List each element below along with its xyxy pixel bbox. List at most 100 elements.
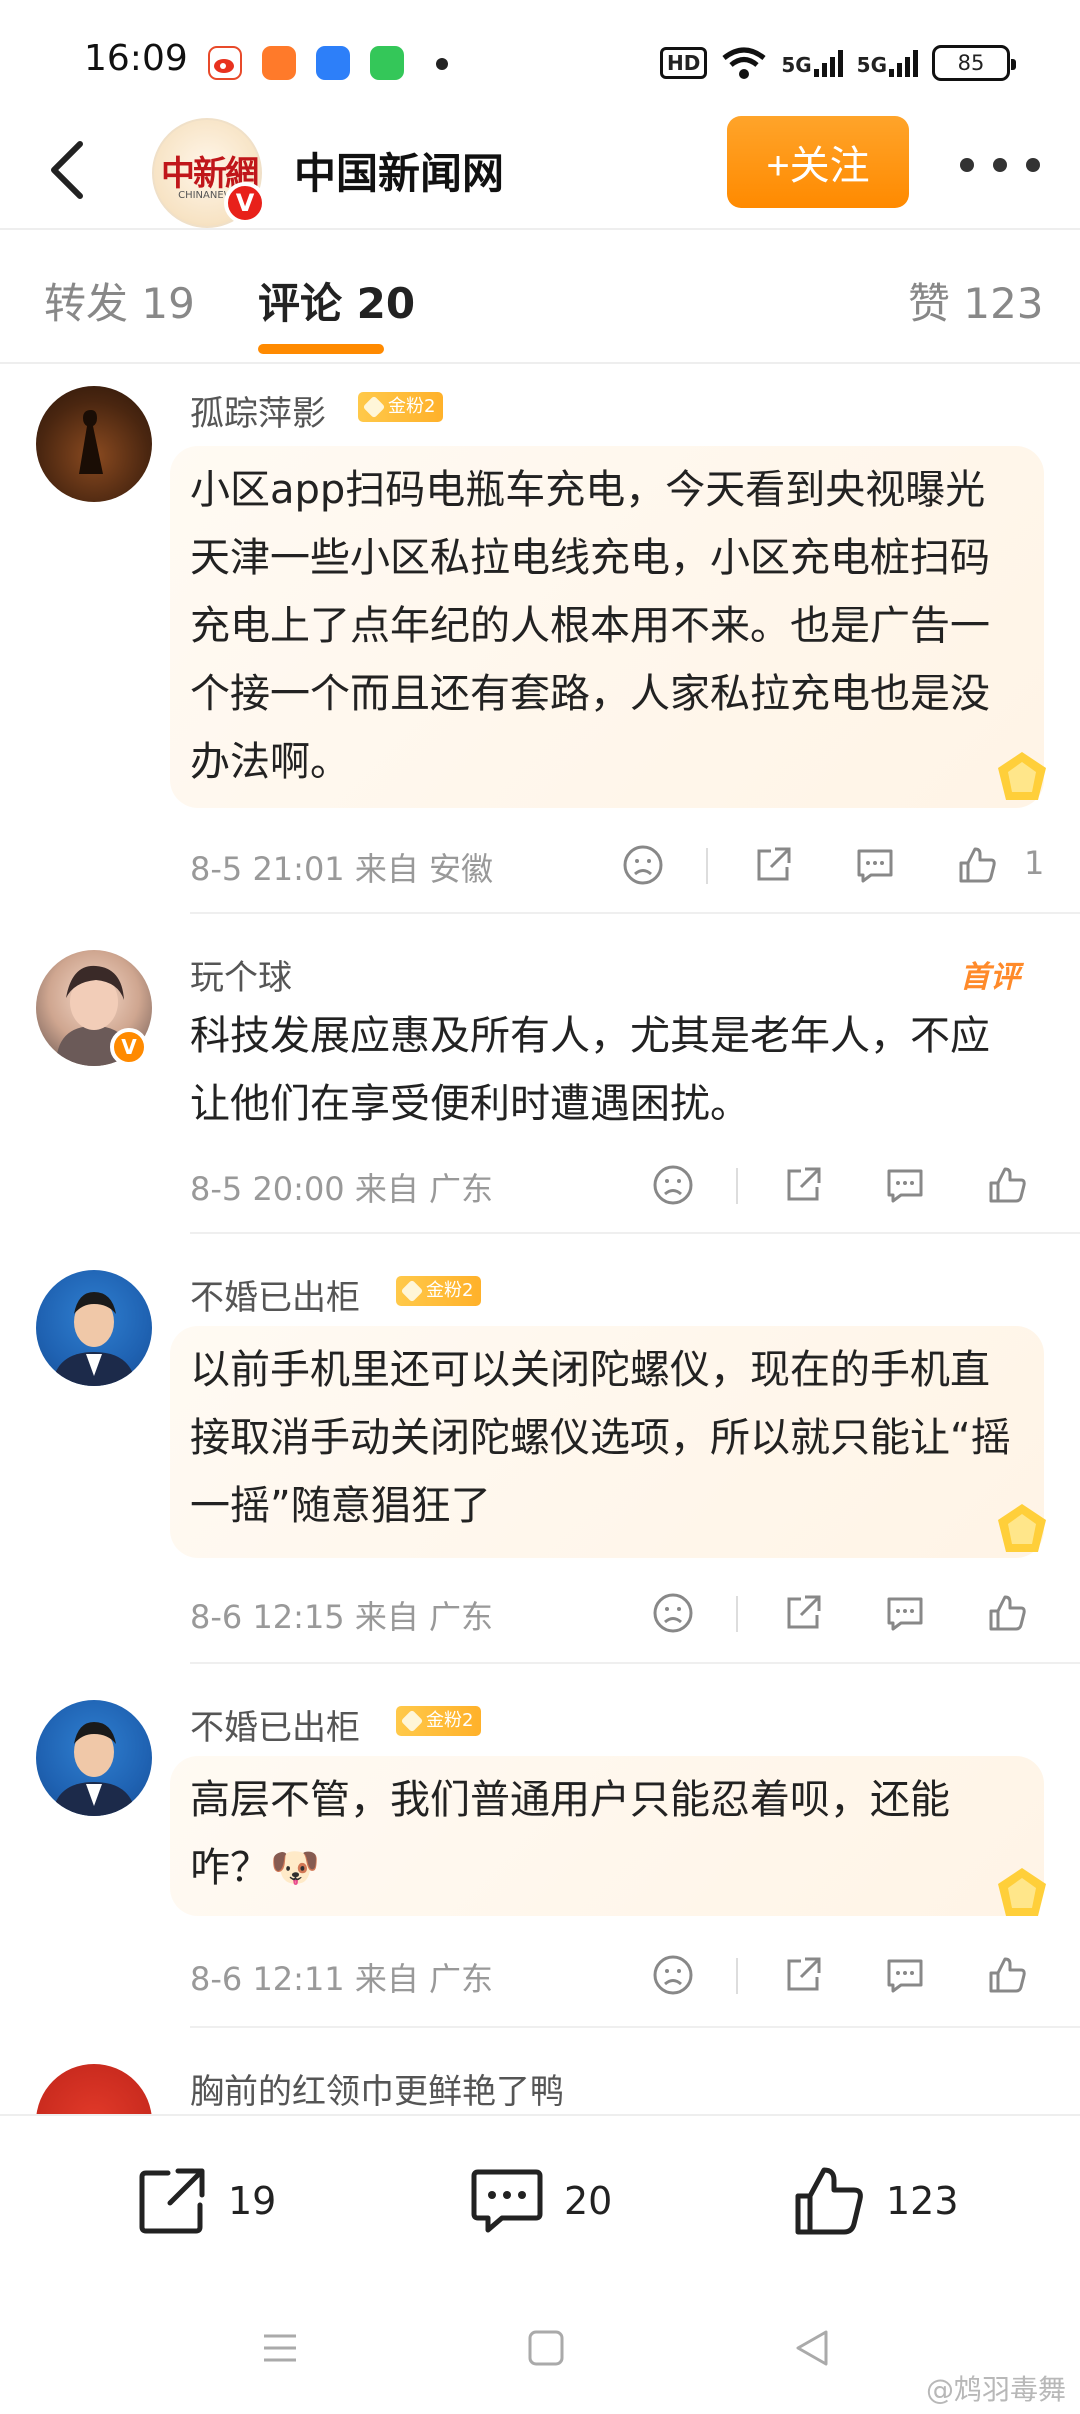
dot-icon [960,158,974,172]
row-divider [190,2026,1080,2028]
action-separator [736,1168,738,1204]
comment-text: 小区app扫码电瓶车充电，今天看到央视曝光天津一些小区私拉电线充电，小区充电桩扫… [190,467,990,785]
like-button[interactable] [982,1588,1032,1638]
like-count-total: 123 [886,2179,959,2223]
like-post-button[interactable]: 123 [790,2156,959,2246]
page-title[interactable]: 中国新闻网 [294,140,504,201]
reply-button[interactable] [880,1950,930,2000]
comment-meta: 8-6 12:11 来自 广东 [190,1960,494,1998]
like-button[interactable] [982,1950,1032,2000]
comment-item[interactable]: 胸前的红领巾更鲜艳了鸭 [0,2044,1080,2114]
share-button[interactable] [778,1588,828,1638]
header-divider [0,228,1080,230]
green-app-icon [370,46,404,80]
thumbs-up-icon [989,1167,1026,1203]
reply-button[interactable] [880,1588,930,1638]
comment-count: 20 [564,2179,613,2223]
status-bar: 16:09 HD 5G 5G 85 [0,0,1080,120]
tab-bar: 转发 19 评论 20 赞 123 [0,240,1080,354]
medal-icon [998,752,1046,800]
first-comment-badge: 首评 [960,960,1020,995]
status-time: 16:09 [84,38,188,79]
dislike-button[interactable] [618,840,668,890]
share-icon [757,847,791,881]
bottom-action-bar: 19 20 123 [0,2114,1080,2284]
tab-likes[interactable]: 赞 123 [908,270,1044,331]
comment-button[interactable]: 20 [468,2156,612,2246]
avatar[interactable] [36,386,152,502]
battery-icon: 85 [932,45,1016,81]
tab-comments[interactable]: 评论 20 [258,270,415,331]
watermark: @鸩羽毒舞 [925,2373,1066,2406]
like-button[interactable] [982,1160,1032,1210]
action-separator [736,1958,738,1994]
thumbs-up-icon [795,2167,863,2235]
share-icon [787,1167,821,1201]
comment-icon [887,1597,923,1631]
dislike-button[interactable] [648,1950,698,2000]
comment-icon [857,849,893,883]
share-icon [787,1595,821,1629]
comment-meta: 8-5 20:00 来自 广东 [190,1170,494,1208]
sad-face-icon [653,1955,693,1995]
comment-actions [618,840,1058,900]
orange-app-icon [262,46,296,80]
comment-username[interactable]: 不婚已出柜 [190,1270,360,1319]
share-icon [787,1957,821,1991]
share-button[interactable] [748,840,798,890]
comment-item[interactable]: 不婚已出柜 金粉2 高层不管，我们普通用户只能忍着呗，还能咋？🐶 8-6 12:… [0,1680,1080,2020]
row-divider [190,1662,1080,1664]
dislike-button[interactable] [648,1588,698,1638]
more-options-button[interactable] [960,140,1040,190]
signal-5g-icon-2: 5G [857,49,918,77]
repost-count: 19 [228,2179,277,2223]
signal-5g-icon: 5G [781,49,843,77]
comment-username[interactable]: 孤踪萍影 [190,386,326,435]
like-count: 1 [1024,844,1045,882]
comment-username[interactable]: 胸前的红领巾更鲜艳了鸭 [190,2064,564,2113]
comment-text: 高层不管，我们普通用户只能忍着呗，还能咋？🐶 [190,1766,1020,1902]
reply-button[interactable] [880,1160,930,1210]
comment-actions [648,1950,1048,2010]
comment-icon [887,1169,923,1203]
tab-divider [0,362,1080,364]
row-divider [190,1232,1080,1234]
comment-item[interactable]: 孤踪萍影 金粉2 小区app扫码电瓶车充电，今天看到央视曝光天津一些小区私拉电线… [0,370,1080,910]
comment-meta: 8-5 21:01 来自 安徽 [190,850,494,888]
comment-item[interactable]: 不婚已出柜 金粉2 以前手机里还可以关闭陀螺仪，现在的手机直接取消手动关闭陀螺仪… [0,1250,1080,1660]
fan-badge: 金粉2 [396,1276,482,1306]
menu-icon[interactable] [260,2328,300,2368]
weibo-app-icon [208,46,242,80]
avatar[interactable] [36,1700,152,1816]
active-tab-indicator [258,344,384,354]
comment-username[interactable]: 玩个球 [190,950,292,999]
dislike-button[interactable] [648,1160,698,1210]
repost-button[interactable]: 19 [134,2156,276,2246]
back-triangle-icon[interactable] [792,2328,832,2368]
like-button[interactable] [952,840,1002,890]
follow-button[interactable]: +关注 [727,116,909,208]
comment-icon [887,1959,923,1993]
notification-dot-icon [436,58,448,70]
comment-actions [648,1160,1048,1220]
avatar[interactable] [36,2064,152,2114]
comment-text: 科技发展应惠及所有人，尤其是老年人，不应让他们在享受便利时遭遇困扰。 [190,1013,990,1127]
comment-item[interactable]: V 玩个球 首评 科技发展应惠及所有人，尤其是老年人，不应让他们在享受便利时遭遇… [0,930,1080,1230]
comment-icon [471,2169,543,2233]
thumbs-up-icon [989,1957,1026,1993]
avatar[interactable] [36,1270,152,1386]
share-icon [139,2168,205,2234]
share-button[interactable] [778,1160,828,1210]
medal-icon [998,1504,1046,1552]
comment-username[interactable]: 不婚已出柜 [190,1700,360,1749]
tab-reposts[interactable]: 转发 19 [44,270,195,331]
share-button[interactable] [778,1950,828,2000]
sad-face-icon [623,845,663,885]
fan-badge: 金粉2 [358,392,444,422]
system-navigation-bar: @鸩羽毒舞 [0,2284,1080,2414]
action-separator [736,1596,738,1632]
back-button[interactable] [40,130,100,210]
reply-button[interactable] [850,840,900,890]
hd-icon: HD [659,47,708,79]
home-icon[interactable] [526,2328,566,2368]
